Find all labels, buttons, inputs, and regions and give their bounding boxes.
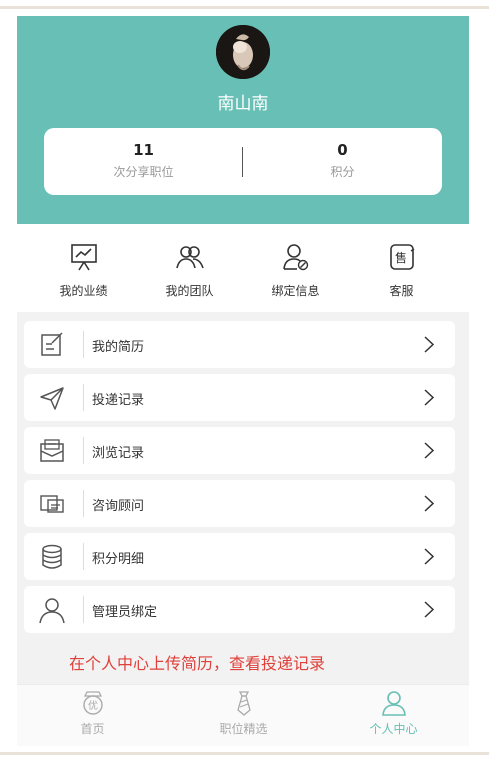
quick-label-service: 客服 bbox=[389, 284, 414, 298]
chevron-right-icon bbox=[423, 442, 435, 459]
profile-header: 南山南 11 次分享职位 0 积分 bbox=[17, 16, 469, 224]
menu-separator bbox=[83, 331, 84, 358]
person-icon bbox=[381, 691, 406, 716]
frame-bottom-border bbox=[0, 752, 489, 755]
menu-label-resume: 我的简历 bbox=[92, 340, 145, 355]
tab-home[interactable]: 优 首页 bbox=[17, 690, 168, 737]
points-label: 积分 bbox=[330, 165, 355, 179]
edit-document-icon bbox=[38, 331, 66, 359]
quick-label-team: 我的团队 bbox=[165, 284, 214, 298]
envelope-icon bbox=[38, 437, 66, 465]
points-count: 0 bbox=[337, 141, 348, 159]
tie-icon bbox=[236, 691, 251, 716]
database-icon bbox=[38, 543, 66, 571]
tab-label-profile: 个人中心 bbox=[369, 722, 418, 736]
bottom-tab-bar: 优 首页 职位精选 个人中心 bbox=[17, 684, 469, 746]
phone-screen: 南山南 11 次分享职位 0 积分 我的业绩 我的团队 绑定信息 售 客服 我的… bbox=[17, 16, 469, 746]
chevron-right-icon bbox=[423, 601, 435, 618]
menu-item-points-detail[interactable]: 积分明细 bbox=[24, 533, 455, 580]
frame-top-border bbox=[0, 6, 489, 9]
avatar[interactable] bbox=[216, 25, 270, 79]
chevron-right-icon bbox=[423, 389, 435, 406]
chevron-right-icon bbox=[423, 495, 435, 512]
presentation-chart-icon bbox=[70, 244, 97, 271]
chevron-right-icon bbox=[423, 336, 435, 353]
menu-label-applications: 投递记录 bbox=[92, 393, 145, 408]
svg-text:优: 优 bbox=[88, 699, 98, 712]
user-bind-icon bbox=[282, 244, 308, 271]
service-icon: 售 bbox=[389, 244, 414, 270]
home-badge-icon: 优 bbox=[82, 691, 103, 715]
menu-separator bbox=[83, 437, 84, 464]
menu-label-consultant: 咨询顾问 bbox=[92, 499, 145, 514]
shared-jobs-label: 次分享职位 bbox=[113, 165, 174, 179]
quick-item-performance[interactable]: 我的业绩 bbox=[27, 242, 140, 299]
svg-text:售: 售 bbox=[394, 250, 406, 265]
quick-item-bind-info[interactable]: 绑定信息 bbox=[239, 242, 352, 299]
username: 南山南 bbox=[217, 94, 269, 114]
shared-jobs-stat[interactable]: 11 次分享职位 bbox=[44, 140, 243, 180]
avatar-image bbox=[216, 25, 270, 79]
quick-label-bind-info: 绑定信息 bbox=[271, 284, 320, 298]
shared-jobs-count: 11 bbox=[133, 141, 154, 159]
menu-list: 我的简历 投递记录 浏览记录 咨询顾问 积分明细 管理员绑定 bbox=[24, 321, 455, 639]
tab-label-home: 首页 bbox=[80, 722, 105, 736]
tab-job-picks[interactable]: 职位精选 bbox=[168, 690, 319, 737]
quick-label-performance: 我的业绩 bbox=[59, 284, 108, 298]
tab-label-job-picks: 职位精选 bbox=[219, 722, 268, 736]
menu-separator bbox=[83, 384, 84, 411]
paper-plane-icon bbox=[38, 384, 66, 412]
quick-item-team[interactable]: 我的团队 bbox=[133, 242, 246, 299]
menu-label-points-detail: 积分明细 bbox=[92, 552, 145, 567]
menu-separator bbox=[83, 543, 84, 570]
menu-separator bbox=[83, 596, 84, 623]
points-stat[interactable]: 0 积分 bbox=[243, 140, 442, 180]
team-icon bbox=[175, 246, 204, 269]
menu-item-admin-binding[interactable]: 管理员绑定 bbox=[24, 586, 455, 633]
menu-label-admin-binding: 管理员绑定 bbox=[92, 605, 158, 620]
chat-icon bbox=[38, 490, 66, 518]
chevron-right-icon bbox=[423, 548, 435, 565]
menu-separator bbox=[83, 490, 84, 517]
menu-item-applications[interactable]: 投递记录 bbox=[24, 374, 455, 421]
quick-item-service[interactable]: 售 客服 bbox=[345, 242, 458, 299]
tab-profile[interactable]: 个人中心 bbox=[318, 690, 469, 737]
instruction-caption: 在个人中心上传简历，查看投递记录 bbox=[69, 654, 326, 673]
menu-item-browsing-history[interactable]: 浏览记录 bbox=[24, 427, 455, 474]
stats-card: 11 次分享职位 0 积分 bbox=[44, 128, 442, 195]
menu-label-browsing-history: 浏览记录 bbox=[92, 446, 145, 461]
quick-actions: 我的业绩 我的团队 绑定信息 售 客服 bbox=[17, 224, 469, 312]
person-icon bbox=[38, 596, 66, 624]
menu-item-consultant[interactable]: 咨询顾问 bbox=[24, 480, 455, 527]
menu-item-resume[interactable]: 我的简历 bbox=[24, 321, 455, 368]
